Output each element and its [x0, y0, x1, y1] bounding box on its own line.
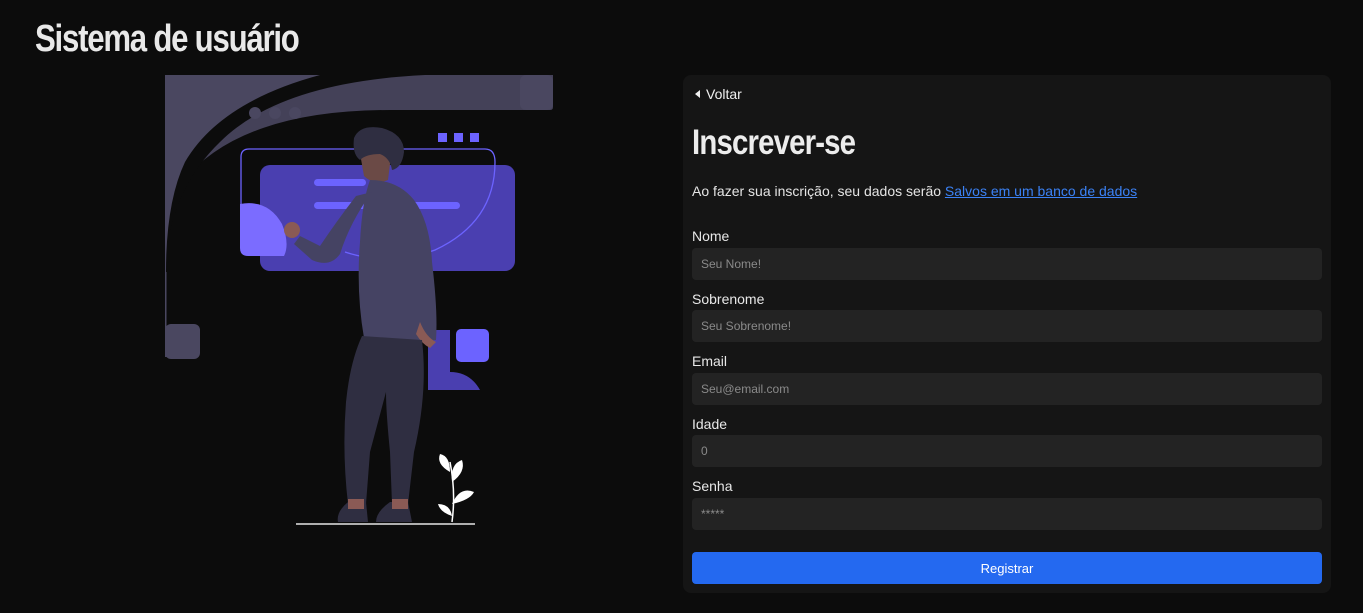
password-label: Senha [692, 478, 733, 494]
register-button[interactable]: Registrar [692, 552, 1322, 584]
email-input[interactable] [692, 373, 1322, 405]
age-label: Idade [692, 416, 728, 432]
intro-text-label: Ao fazer sua inscrição, seu dados serão [692, 183, 945, 199]
caret-left-icon [695, 90, 700, 98]
signup-panel: Voltar Inscrever-se Ao fazer sua inscriç… [683, 75, 1331, 593]
name-label: Nome [692, 228, 730, 244]
app-title: Sistema de usuário [35, 18, 300, 60]
intro-text: Ao fazer sua inscrição, seu dados serão … [692, 183, 1137, 199]
name-input[interactable] [692, 248, 1322, 280]
age-input[interactable] [692, 435, 1322, 467]
email-label: Email [692, 353, 728, 369]
database-link[interactable]: Salvos em um banco de dados [945, 183, 1137, 199]
surname-input[interactable] [692, 310, 1322, 342]
surname-label: Sobrenome [692, 291, 765, 307]
back-link[interactable]: Voltar [695, 86, 742, 102]
form-title: Inscrever-se [692, 123, 856, 162]
password-input[interactable] [692, 498, 1322, 530]
back-label: Voltar [706, 86, 742, 102]
person-using-interface-illustration [160, 72, 560, 532]
